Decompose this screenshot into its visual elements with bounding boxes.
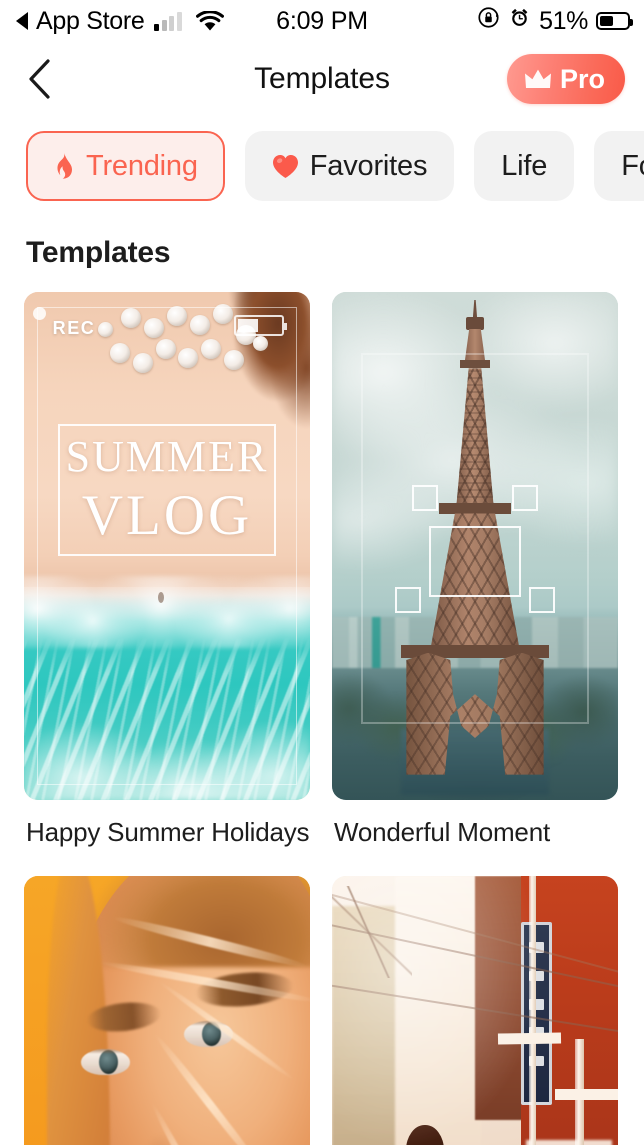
overlay-title-line1: SUMMER <box>65 431 269 481</box>
template-caption: Happy Summer Holidays <box>26 817 310 847</box>
status-bar-right: 51% <box>477 6 633 36</box>
eiffel-tower-figure <box>332 292 618 800</box>
status-bar-left[interactable]: App Store <box>16 7 224 36</box>
template-thumbnail-street[interactable] <box>332 876 618 1145</box>
template-card[interactable]: REC SUMMER VLOG Happy Summer Holidays <box>24 292 310 876</box>
surf-foam-layer <box>24 688 310 800</box>
rotation-lock-icon <box>477 6 500 36</box>
rec-indicator: REC <box>32 307 96 339</box>
film-grain-overlay <box>332 876 618 1145</box>
record-dot-icon <box>32 307 46 321</box>
chip-label: Food <box>621 149 644 182</box>
chip-label: Favorites <box>309 149 428 182</box>
overlay-battery-icon <box>234 315 288 337</box>
template-thumbnail-summer-vlog[interactable]: REC SUMMER VLOG <box>24 292 310 800</box>
template-caption: Wonderful Moment <box>334 817 550 847</box>
template-card[interactable] <box>332 876 618 1145</box>
back-button[interactable] <box>26 56 66 102</box>
title-overlay-box: SUMMER VLOG <box>58 424 276 557</box>
section-heading: Templates <box>26 236 171 269</box>
eye-left <box>81 1048 130 1076</box>
chip-favorites[interactable]: Favorites <box>244 131 455 201</box>
app-screen: App Store 6:09 PM 51% Templates Pro Tren… <box>0 0 644 1145</box>
overlay-title-line2: VLOG <box>81 483 253 547</box>
chevron-left-icon <box>29 59 50 99</box>
template-card[interactable] <box>24 876 310 1145</box>
battery-percent-label: 51% <box>539 6 588 35</box>
chip-label: Trending <box>86 149 198 182</box>
heart-icon <box>272 154 298 178</box>
pro-upgrade-button[interactable]: Pro <box>506 54 625 104</box>
chip-trending[interactable]: Trending <box>26 131 225 201</box>
crown-icon <box>524 69 551 88</box>
chip-label: Life <box>501 149 548 182</box>
beach-umbrellas-layer <box>24 292 310 409</box>
alarm-clock-icon <box>508 6 531 36</box>
template-thumbnail-eiffel-tower[interactable] <box>332 292 618 800</box>
template-grid: REC SUMMER VLOG Happy Summer Holidays Wo… <box>0 292 644 1145</box>
chip-food[interactable]: Food <box>594 131 644 201</box>
template-thumbnail-portrait[interactable] <box>24 876 310 1145</box>
wifi-icon <box>196 10 224 32</box>
battery-icon <box>596 12 633 30</box>
chip-life[interactable]: Life <box>474 131 575 201</box>
pro-label: Pro <box>559 63 605 94</box>
nav-bar: Templates Pro <box>0 42 644 116</box>
status-bar: App Store 6:09 PM 51% <box>0 0 644 42</box>
category-chip-scroller[interactable]: Trending Favorites Life Food Sp <box>0 122 644 210</box>
flame-icon <box>57 152 72 179</box>
category-chip-list: Trending Favorites Life Food Sp <box>0 122 644 210</box>
triangle-left-icon <box>16 12 28 30</box>
rec-label: REC <box>52 318 96 339</box>
back-app-label: App Store <box>36 6 145 35</box>
template-card[interactable]: Wonderful Moment <box>332 292 618 876</box>
cellular-signal-icon <box>154 11 182 31</box>
